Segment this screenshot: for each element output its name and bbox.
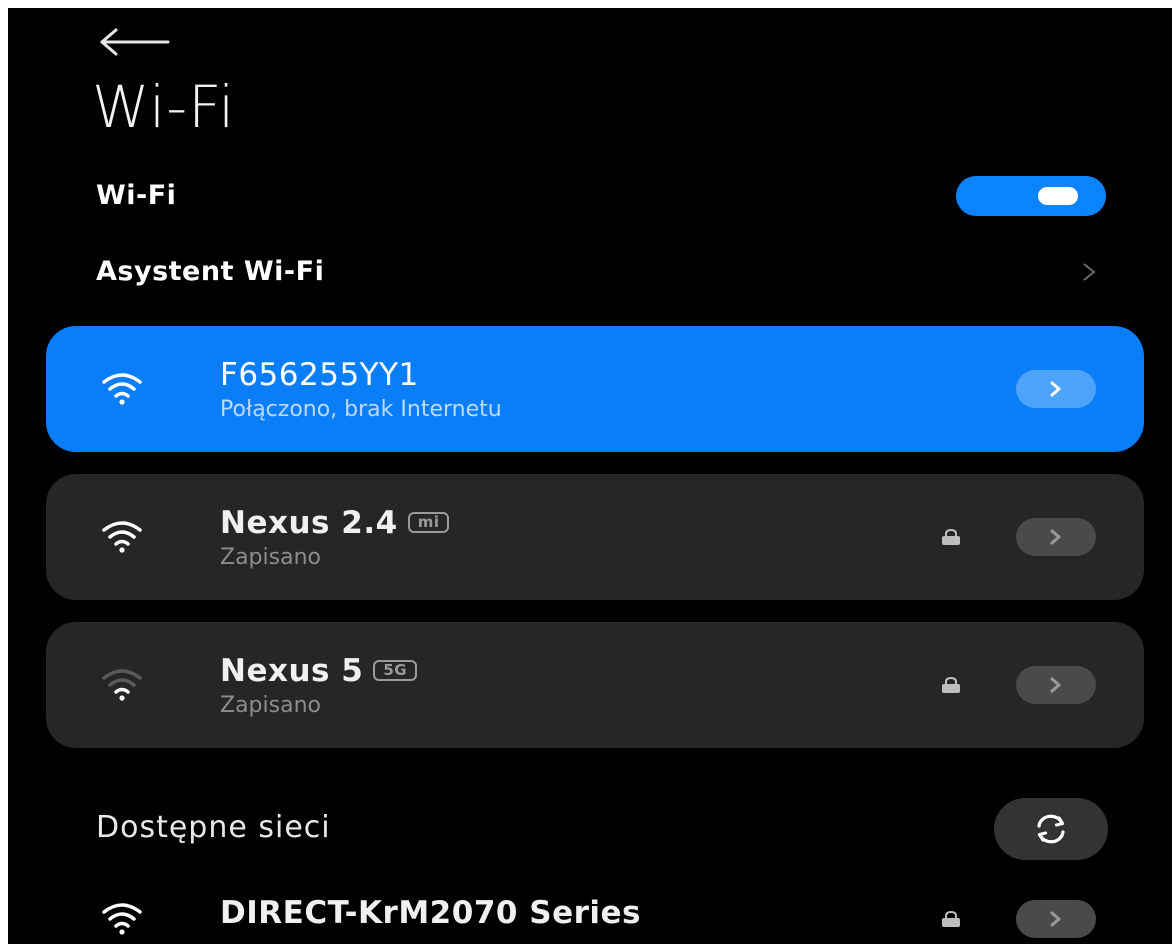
wifi-full-icon bbox=[102, 373, 142, 405]
network-card-saved[interactable]: Nexus 5 5G Zapisano bbox=[46, 622, 1144, 748]
wifi-toggle-label: Wi-Fi bbox=[96, 180, 177, 211]
lock-icon bbox=[942, 910, 960, 927]
5g-badge: 5G bbox=[373, 660, 418, 681]
network-card-connected[interactable]: F656255YY1 Połączono, brak Internetu bbox=[46, 326, 1144, 452]
wifi-settings-screen: Wi-Fi Wi-Fi Asystent Wi-Fi F656255YY1 Po… bbox=[8, 8, 1172, 944]
chevron-right-icon bbox=[1050, 529, 1061, 545]
wifi-toggle-row: Wi-Fi bbox=[96, 168, 1106, 224]
wifi-full-icon bbox=[102, 521, 142, 553]
wifi-weak-icon bbox=[102, 669, 142, 701]
wifi-assistant-label: Asystent Wi-Fi bbox=[96, 256, 325, 287]
toggle-knob bbox=[1038, 187, 1078, 205]
mi-badge: mi bbox=[407, 512, 450, 533]
network-name-row: Nexus 5 5G bbox=[220, 652, 418, 690]
network-name: DIRECT-KrM2070 Series bbox=[220, 895, 641, 931]
network-name: F656255YY1 bbox=[220, 357, 419, 393]
back-arrow-icon bbox=[100, 28, 170, 56]
wifi-assistant-row[interactable]: Asystent Wi-Fi bbox=[96, 242, 1106, 302]
refresh-icon bbox=[1037, 814, 1065, 844]
network-status: Zapisano bbox=[220, 545, 321, 570]
wifi-toggle-switch[interactable] bbox=[956, 176, 1106, 216]
lock-icon bbox=[942, 676, 960, 693]
chevron-right-icon bbox=[1050, 381, 1061, 397]
network-name: Nexus 5 bbox=[220, 653, 364, 689]
lock-icon bbox=[942, 528, 960, 545]
network-card-saved[interactable]: Nexus 2.4 mi Zapisano bbox=[46, 474, 1144, 600]
network-details-button[interactable] bbox=[1016, 518, 1096, 556]
network-details-button[interactable] bbox=[1016, 900, 1096, 938]
chevron-right-icon bbox=[1083, 263, 1096, 281]
available-network-item[interactable]: DIRECT-KrM2070 Series bbox=[46, 882, 1144, 944]
available-networks-title: Dostępne sieci bbox=[96, 810, 331, 845]
network-name: Nexus 2.4 bbox=[220, 505, 398, 541]
network-status: Zapisano bbox=[220, 693, 321, 718]
back-button[interactable] bbox=[98, 22, 178, 62]
chevron-right-icon bbox=[1050, 677, 1061, 693]
network-status: Połączono, brak Internetu bbox=[220, 397, 502, 422]
chevron-right-icon bbox=[1050, 911, 1061, 927]
network-details-button[interactable] bbox=[1016, 370, 1096, 408]
page-title: Wi-Fi bbox=[92, 73, 236, 141]
refresh-networks-button[interactable] bbox=[994, 798, 1108, 860]
wifi-full-icon bbox=[102, 903, 142, 935]
network-details-button[interactable] bbox=[1016, 666, 1096, 704]
network-name-row: Nexus 2.4 mi bbox=[220, 504, 450, 542]
